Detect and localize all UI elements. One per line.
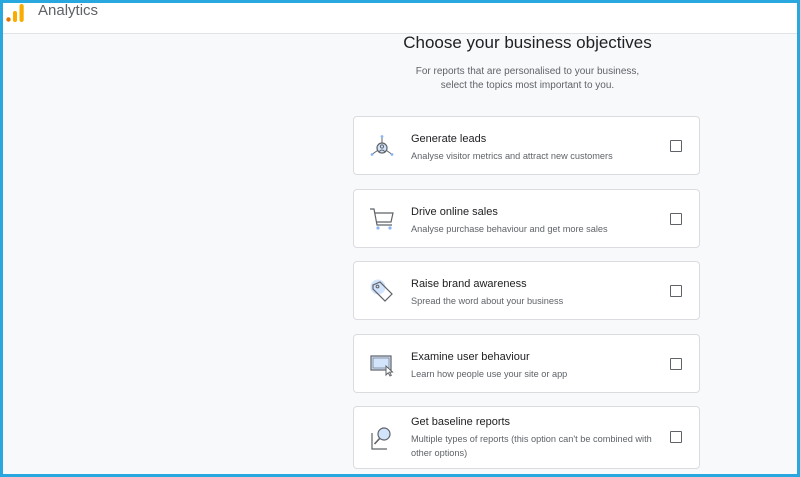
option-description: Multiple types of reports (this option c… (411, 434, 652, 458)
option-title: Generate leads (411, 133, 487, 145)
magnifier-icon (371, 427, 391, 450)
option-description: Learn how people use your site or app (411, 369, 568, 379)
subtitle-line-2: select the topics most important to you. (440, 80, 615, 91)
analytics-logo-icon (6, 4, 24, 22)
option-description: Analyse purchase behaviour and get more … (411, 224, 608, 234)
objective-card-examine-user-behaviour[interactable]: Examine user behaviour Learn how people … (353, 334, 700, 393)
shopping-cart-icon (370, 208, 394, 230)
option-checkbox[interactable] (670, 431, 682, 443)
option-title: Drive online sales (411, 206, 498, 218)
option-checkbox[interactable] (670, 213, 682, 225)
objective-card-raise-brand-awareness[interactable]: Raise brand awareness Spread the word ab… (353, 261, 700, 320)
top-bar: Analytics (3, 3, 797, 34)
option-title: Examine user behaviour (411, 351, 530, 363)
option-description: Analyse visitor metrics and attract new … (411, 151, 613, 161)
page-title: Choose your business objectives (403, 33, 652, 52)
objective-card-generate-leads[interactable]: Generate leads Analyse visitor metrics a… (353, 116, 700, 175)
screen-cursor-icon (370, 355, 394, 377)
subtitle-line-1: For reports that are personalised to you… (415, 66, 640, 77)
leads-icon (370, 135, 394, 156)
option-title: Get baseline reports (411, 416, 511, 428)
objective-card-get-baseline-reports[interactable]: Get baseline reports Multiple types of r… (353, 406, 700, 469)
app-window: Analytics Choose your business objective… (3, 3, 797, 474)
page-subtitle: For reports that are personalised to you… (303, 65, 752, 93)
option-checkbox[interactable] (670, 140, 682, 152)
app-title: Analytics (38, 3, 99, 19)
option-checkbox[interactable] (670, 358, 682, 370)
option-title: Raise brand awareness (411, 278, 527, 290)
tag-icon (370, 279, 393, 302)
option-description: Spread the word about your business (411, 296, 564, 306)
option-checkbox[interactable] (670, 285, 682, 297)
objective-card-drive-online-sales[interactable]: Drive online sales Analyse purchase beha… (353, 189, 700, 248)
